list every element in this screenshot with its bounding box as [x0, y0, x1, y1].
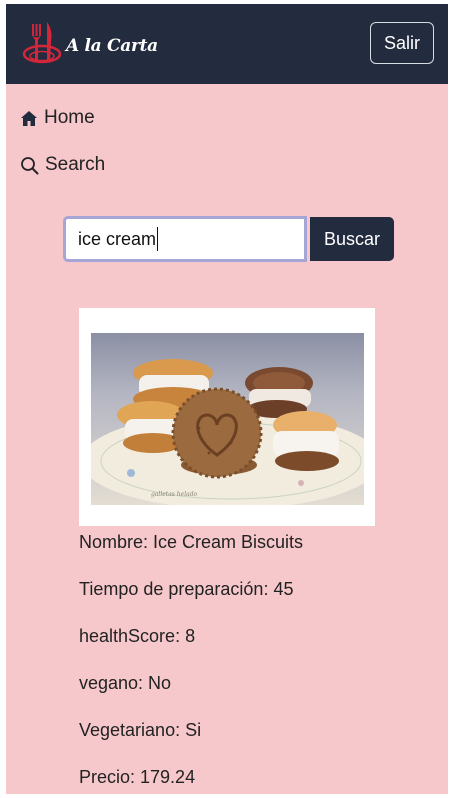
recipe-prep-time: Tiempo de preparación: 45: [79, 579, 294, 599]
nav-item-search[interactable]: Search: [20, 154, 105, 176]
recipe-photo: galletas helado: [91, 333, 364, 505]
fork-knife-logo-icon: [22, 22, 62, 64]
search-icon: [21, 156, 39, 174]
search-form: ice cream Buscar: [63, 216, 394, 262]
nav-item-home[interactable]: Home: [20, 107, 95, 129]
recipe-health-score: healthScore: 8: [79, 626, 196, 646]
recipe-vegetarian: Vegetariano: Si: [79, 720, 202, 740]
search-input-value: ice cream: [78, 229, 157, 249]
nav-home-label: Home: [44, 107, 95, 128]
navbar: A la Carta Salir: [6, 4, 448, 84]
recipe-image-card: galletas helado: [79, 308, 375, 526]
logout-button[interactable]: Salir: [370, 22, 434, 64]
search-button[interactable]: Buscar: [310, 217, 394, 261]
text-caret: [157, 227, 159, 251]
brand[interactable]: A la Carta: [20, 18, 158, 70]
brand-name: A la Carta: [66, 36, 158, 56]
photo-watermark: galletas helado: [151, 491, 198, 498]
nav-search-label: Search: [45, 154, 106, 175]
recipe-vegan: vegano: No: [79, 673, 172, 693]
recipe-name: Nombre: Ice Cream Biscuits: [79, 532, 304, 552]
recipe-price: Precio: 179.24: [79, 767, 196, 787]
app-frame: A la Carta Salir Home Search ice cream B…: [6, 4, 448, 794]
home-icon: [21, 110, 37, 126]
search-input[interactable]: ice cream: [63, 216, 307, 262]
